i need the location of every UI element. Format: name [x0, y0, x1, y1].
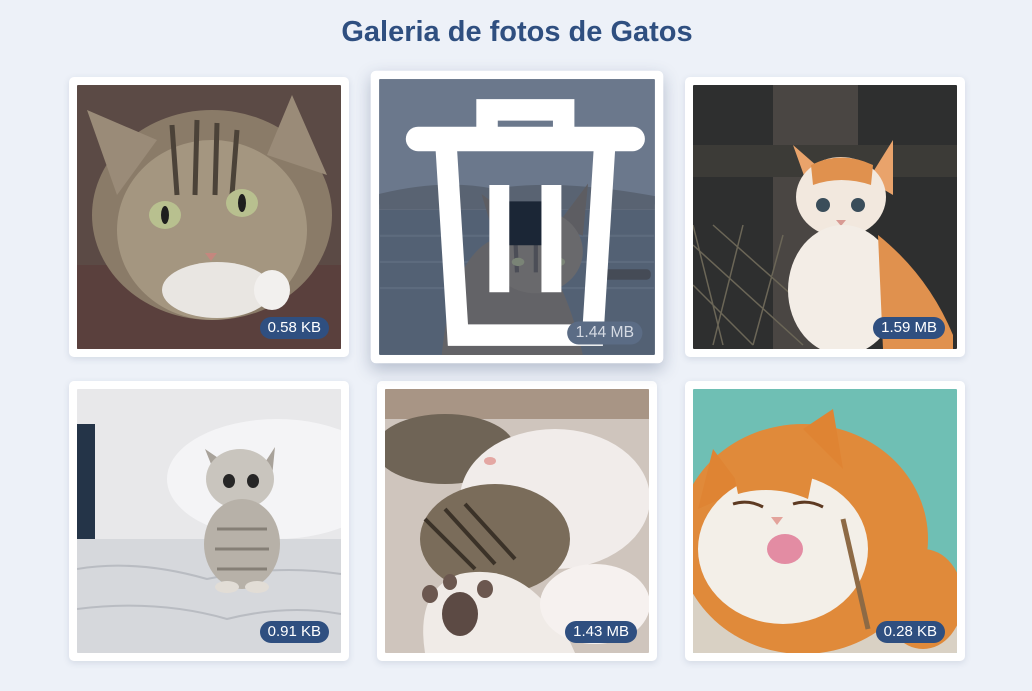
file-size-badge: 1.43 MB	[565, 621, 637, 643]
cat-photo-orange-cat[interactable]: 0.28 KB	[693, 389, 957, 653]
file-size-badge: 0.28 KB	[875, 621, 945, 643]
cat-photo-sea[interactable]: 1.44 MB	[379, 79, 655, 355]
delete-button[interactable]	[405, 99, 645, 346]
page-title: Galeria de fotos de Gatos	[341, 16, 693, 48]
photo-card[interactable]: 0.28 KB	[685, 381, 965, 661]
cat-photo-grey-kitten[interactable]: 0.91 KB	[77, 389, 341, 653]
photo-card[interactable]: 1.59 MB	[685, 77, 965, 357]
gallery-page: Galeria de fotos de Gatos 0.58 KB 1.44 M…	[0, 0, 1032, 691]
cat-photo-sleeping-kittens[interactable]: 1.43 MB	[385, 389, 649, 653]
cat-photo-tabby[interactable]: 0.58 KB	[77, 85, 341, 349]
file-size-badge: 0.91 KB	[259, 621, 329, 643]
file-size-badge: 1.59 MB	[873, 317, 945, 339]
photo-card[interactable]: 0.91 KB	[69, 381, 349, 661]
cat-photo-orange-kitten[interactable]: 1.59 MB	[693, 85, 957, 349]
photo-card[interactable]: 1.43 MB	[377, 381, 657, 661]
photo-card[interactable]: 0.58 KB	[69, 77, 349, 357]
photo-grid: 0.58 KB 1.44 MB 1.59 MB 0.91 KB 1.43 MB …	[69, 70, 965, 661]
file-size-badge: 1.44 MB	[567, 321, 643, 345]
file-size-badge: 0.58 KB	[259, 317, 329, 339]
trash-icon	[387, 85, 655, 355]
photo-card-hovered[interactable]: 1.44 MB	[370, 70, 664, 364]
